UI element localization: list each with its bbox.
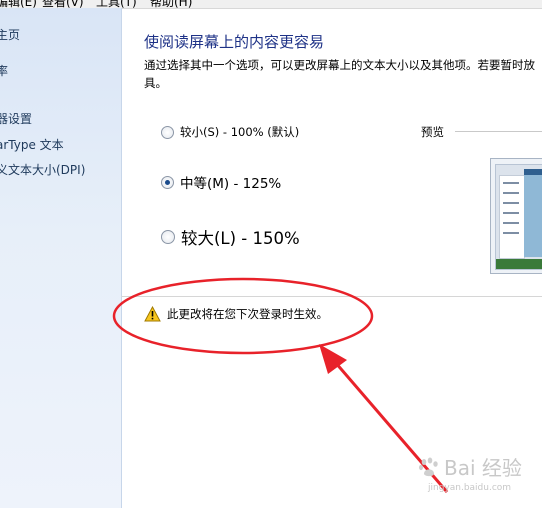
radio-medium[interactable] (161, 175, 174, 189)
warning-text: 此更改将在您下次登录时生效。 (167, 307, 328, 321)
preview-desktop (495, 164, 542, 270)
preview-sidebar (499, 175, 525, 259)
preview-window (524, 175, 542, 257)
preview-line (503, 182, 519, 184)
preview-line (503, 212, 519, 214)
annotation-arrow-head (319, 344, 347, 374)
option-larger[interactable]: 较大(L) - 150% (161, 225, 300, 249)
option-medium[interactable]: 中等(M) - 125% (161, 172, 281, 192)
sidebar: 主页 率 器设置 arType 文本 义文本大小(DPI) (0, 8, 122, 508)
sidebar-item-cleartype[interactable]: arType 文本 (0, 136, 64, 153)
option-medium-label: 中等(M) - 125% (180, 176, 282, 192)
option-smaller-label: 较小(S) - 100% (默认) (180, 125, 300, 139)
preview-divider (455, 131, 542, 132)
option-smaller[interactable]: 较小(S) - 100% (默认) (161, 124, 299, 140)
watermark: Bai 经验 (418, 452, 522, 481)
page-description: 通过选择其中一个选项，可以更改屏幕上的文本大小以及其他项。若要暂时放 具。 (144, 56, 542, 92)
preview-line (503, 192, 519, 194)
warning-message: 此更改将在您下次登录时生效。 (144, 306, 328, 322)
section-divider (121, 296, 542, 297)
option-larger-label: 较大(L) - 150% (181, 229, 300, 248)
description-line-1: 通过选择其中一个选项，可以更改屏幕上的文本大小以及其他项。若要暂时放 (144, 58, 535, 72)
preview-line (503, 232, 519, 234)
radio-smaller[interactable] (161, 125, 174, 139)
window: 编辑(E) 查看(V) 工具(T) 帮助(H) 主页 率 器设置 arType … (0, 0, 542, 508)
page-title: 使阅读屏幕上的内容更容易 (144, 33, 325, 51)
preview-thumbnail (490, 158, 542, 274)
radio-larger[interactable] (161, 230, 175, 244)
preview-line (503, 222, 519, 224)
preview-taskbar (496, 259, 542, 269)
preview-line (503, 202, 519, 204)
sidebar-item-display-settings[interactable]: 器设置 (0, 110, 32, 127)
warning-icon (144, 306, 161, 322)
sidebar-item-home[interactable]: 主页 (0, 26, 20, 43)
description-line-2: 具。 (144, 76, 167, 90)
menu-help[interactable]: 帮助(H) (150, 0, 192, 10)
watermark-url: jingyan.baidu.com (428, 483, 512, 493)
sidebar-item-resolution[interactable]: 率 (0, 62, 8, 79)
preview-label: 预览 (421, 125, 444, 139)
sidebar-item-custom-dpi[interactable]: 义文本大小(DPI) (0, 161, 85, 178)
baidu-paw-icon (419, 457, 438, 476)
watermark-text: Bai 经验 (444, 456, 522, 480)
